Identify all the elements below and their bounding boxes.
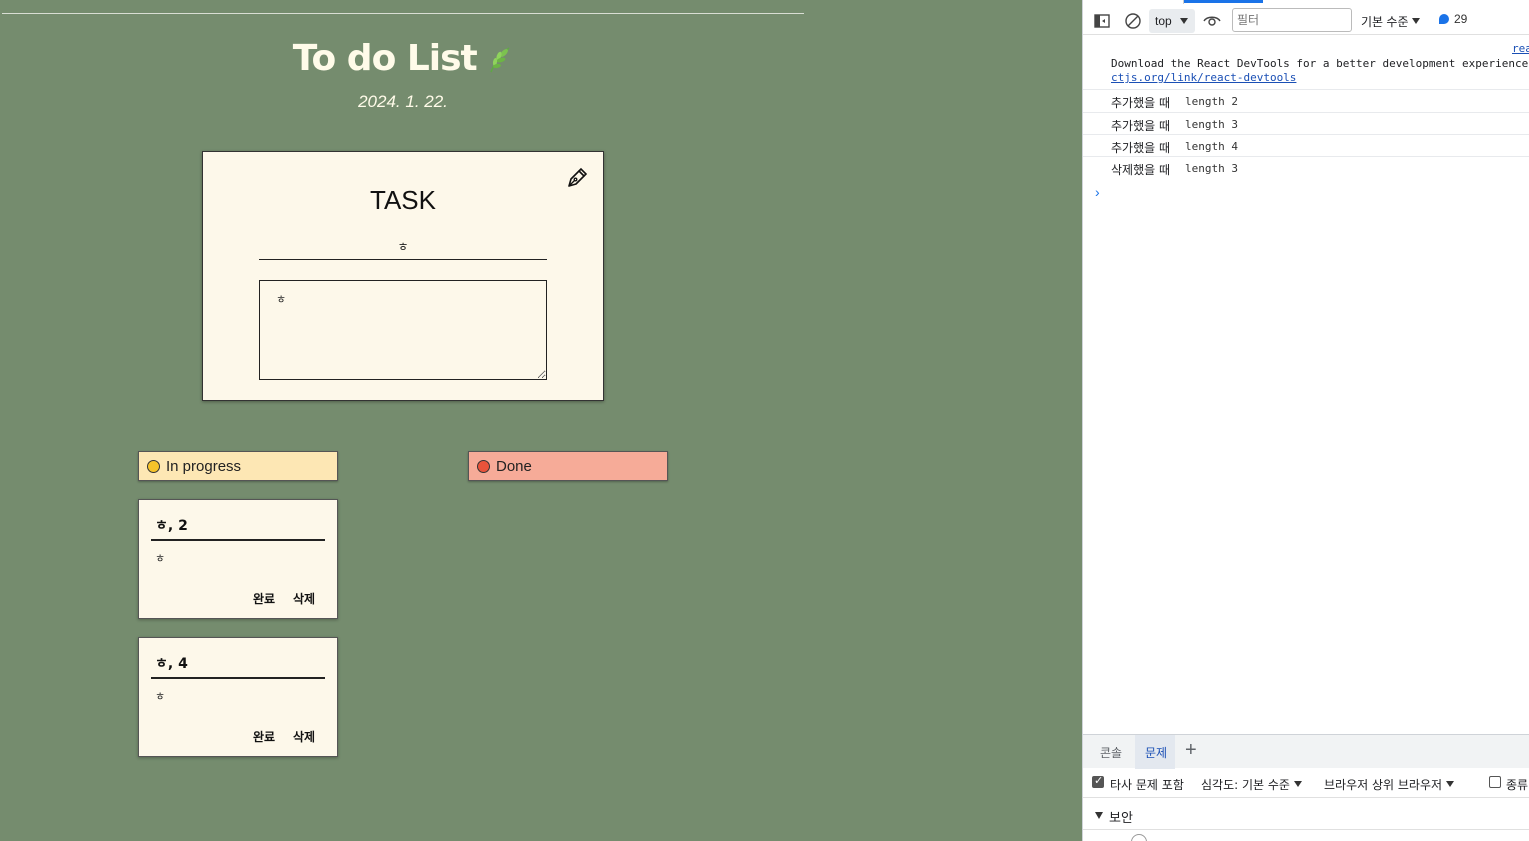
group-by-kind-label[interactable]: 종류 <box>1506 776 1528 793</box>
issues-count-value: 29 <box>1454 12 1468 26</box>
delete-button[interactable]: 삭제 <box>293 728 315 745</box>
todo-title: ㅎ, 2 <box>155 518 188 534</box>
drawer-tabbar: 콘솔 문제 + <box>1083 734 1529 769</box>
log-row: 삭제했을 때 length 3 <box>1083 156 1529 178</box>
log-value: length 3 <box>1185 162 1238 175</box>
eye-icon[interactable] <box>1203 12 1221 30</box>
context-select[interactable]: top <box>1149 9 1195 33</box>
severity-value: 심각도: 기본 수준 <box>1201 778 1290 792</box>
delete-button[interactable]: 삭제 <box>293 590 315 607</box>
todo-title: ㅎ, 4 <box>155 656 188 672</box>
log-row: 추가했을 때 length 3 <box>1083 112 1529 134</box>
tab-separator <box>1183 0 1184 4</box>
devtools-message: Download the React DevTools for a better… <box>1111 57 1529 70</box>
todo-body: ㅎ <box>155 552 166 565</box>
log-label: 추가했을 때 <box>1111 96 1171 110</box>
devtools-link[interactable]: ctjs.org/link/react-devtools <box>1111 71 1296 84</box>
todo-divider <box>151 539 325 541</box>
chevron-down-icon <box>1293 781 1302 787</box>
active-tab-indicator <box>1183 0 1263 3</box>
log-value: length 4 <box>1185 140 1238 153</box>
complete-button[interactable]: 완료 <box>253 728 275 745</box>
chevron-down-icon <box>1180 18 1188 24</box>
browser-value: 브라우저 상위 브라우저 <box>1324 778 1443 792</box>
done-label: Done <box>496 457 532 475</box>
in-progress-label: In progress <box>166 457 242 475</box>
log-value: length 3 <box>1185 118 1238 131</box>
sidebar-toggle-icon[interactable] <box>1093 12 1111 30</box>
task-content-input[interactable]: ㅎ <box>259 280 547 380</box>
issue-item-icon <box>1131 834 1147 841</box>
current-date: 2024. 1. 22. <box>358 92 448 111</box>
tab-issues[interactable]: 문제 <box>1145 744 1167 761</box>
console-prompt[interactable]: › <box>1095 184 1100 200</box>
third-party-label[interactable]: 타사 문제 포함 <box>1110 776 1184 793</box>
clear-console-icon[interactable] <box>1124 12 1142 30</box>
log-label: 추가했을 때 <box>1111 141 1171 155</box>
task-heading: TASK <box>370 185 436 215</box>
security-section-label: 보안 <box>1109 811 1133 826</box>
yellow-dot-icon <box>147 459 160 473</box>
log-label: 추가했을 때 <box>1111 119 1171 133</box>
add-tab-button[interactable]: + <box>1185 739 1197 762</box>
third-party-checkbox[interactable] <box>1092 774 1104 788</box>
message-bubble-icon <box>1439 14 1449 24</box>
chevron-down-icon <box>1446 781 1455 787</box>
todo-card: ㅎ, 4 ㅎ 완료 삭제 <box>138 637 338 757</box>
triangle-down-icon <box>1095 812 1103 819</box>
header: To do List <box>0 38 806 79</box>
filter-input[interactable] <box>1232 8 1352 32</box>
todo-body: ㅎ <box>155 690 166 703</box>
done-header: Done <box>468 451 668 481</box>
leaf-icon <box>490 47 510 73</box>
top-divider <box>2 13 804 14</box>
issues-toolbar: 타사 문제 포함 심각도: 기본 수준 브라우저 상위 브라우저 종류 <box>1083 768 1529 798</box>
log-level-select[interactable]: 기본 수준 <box>1361 13 1420 30</box>
log-row: 추가했을 때 length 4 <box>1083 134 1529 156</box>
console-toolbar: top 기본 수준 29 <box>1083 5 1529 35</box>
task-form: TASK ㅎ <box>202 151 604 401</box>
tab-console[interactable]: 콘솔 <box>1100 744 1122 761</box>
security-section[interactable]: 보안 <box>1083 800 1529 830</box>
context-value: top <box>1155 14 1172 28</box>
app-title: To do List <box>292 38 478 79</box>
issues-counter[interactable]: 29 <box>1439 12 1467 26</box>
in-progress-header: In progress <box>138 451 338 481</box>
log-level-value: 기본 수준 <box>1361 15 1409 29</box>
todo-app: To do List 2024. 1. 22. TASK ㅎ In progre… <box>0 0 1082 841</box>
group-by-kind-checkbox[interactable] <box>1489 776 1501 788</box>
browser-select[interactable]: 브라우저 상위 브라우저 <box>1324 776 1455 793</box>
devtools-panel: top 기본 수준 29 rea Download the React DevT… <box>1082 0 1529 841</box>
chevron-down-icon <box>1411 18 1420 24</box>
todo-card: ㅎ, 2 ㅎ 완료 삭제 <box>138 499 338 619</box>
severity-select[interactable]: 심각도: 기본 수준 <box>1201 776 1302 793</box>
red-dot-icon <box>477 459 490 473</box>
complete-button[interactable]: 완료 <box>253 590 275 607</box>
log-value: length 2 <box>1185 95 1238 108</box>
task-title-input[interactable] <box>259 234 547 260</box>
log-row: 추가했을 때 length 2 <box>1083 89 1529 111</box>
source-link[interactable]: rea <box>1512 42 1529 55</box>
todo-divider <box>151 677 325 679</box>
log-label: 삭제했을 때 <box>1111 163 1171 177</box>
